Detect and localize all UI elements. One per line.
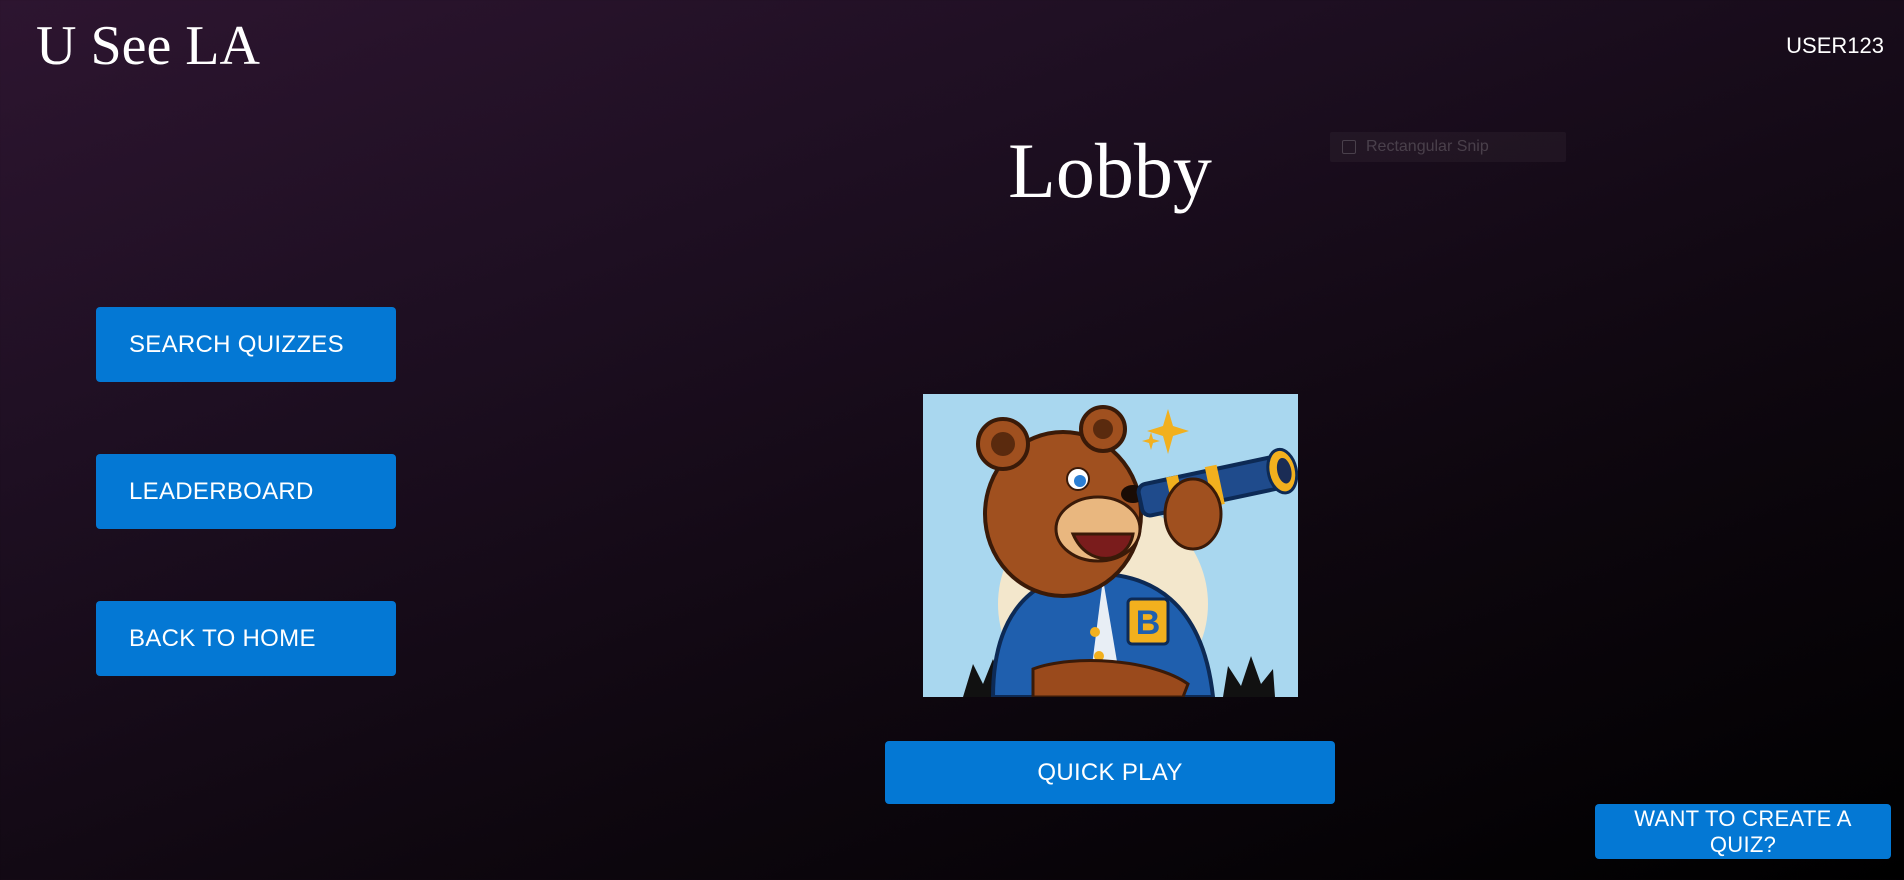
quick-play-button[interactable]: QUICK PLAY <box>885 741 1335 804</box>
svg-text:B: B <box>1136 604 1161 642</box>
scissors-icon <box>1342 140 1356 154</box>
snip-tooltip: Rectangular Snip <box>1330 132 1566 162</box>
create-quiz-button[interactable]: WANT TO CREATE A QUIZ? <box>1595 804 1891 859</box>
app-logo[interactable]: U See LA <box>36 14 260 78</box>
back-to-home-button[interactable]: BACK TO HOME <box>96 601 396 676</box>
bear-telescope-illustration: B <box>923 394 1298 697</box>
page-title: Lobby <box>1008 127 1212 214</box>
username-label[interactable]: USER123 <box>1786 32 1884 60</box>
search-quizzes-button[interactable]: SEARCH QUIZZES <box>96 307 396 382</box>
mascot-image: B <box>923 394 1298 697</box>
snip-tooltip-label: Rectangular Snip <box>1366 138 1489 155</box>
leaderboard-button[interactable]: LEADERBOARD <box>96 454 396 529</box>
